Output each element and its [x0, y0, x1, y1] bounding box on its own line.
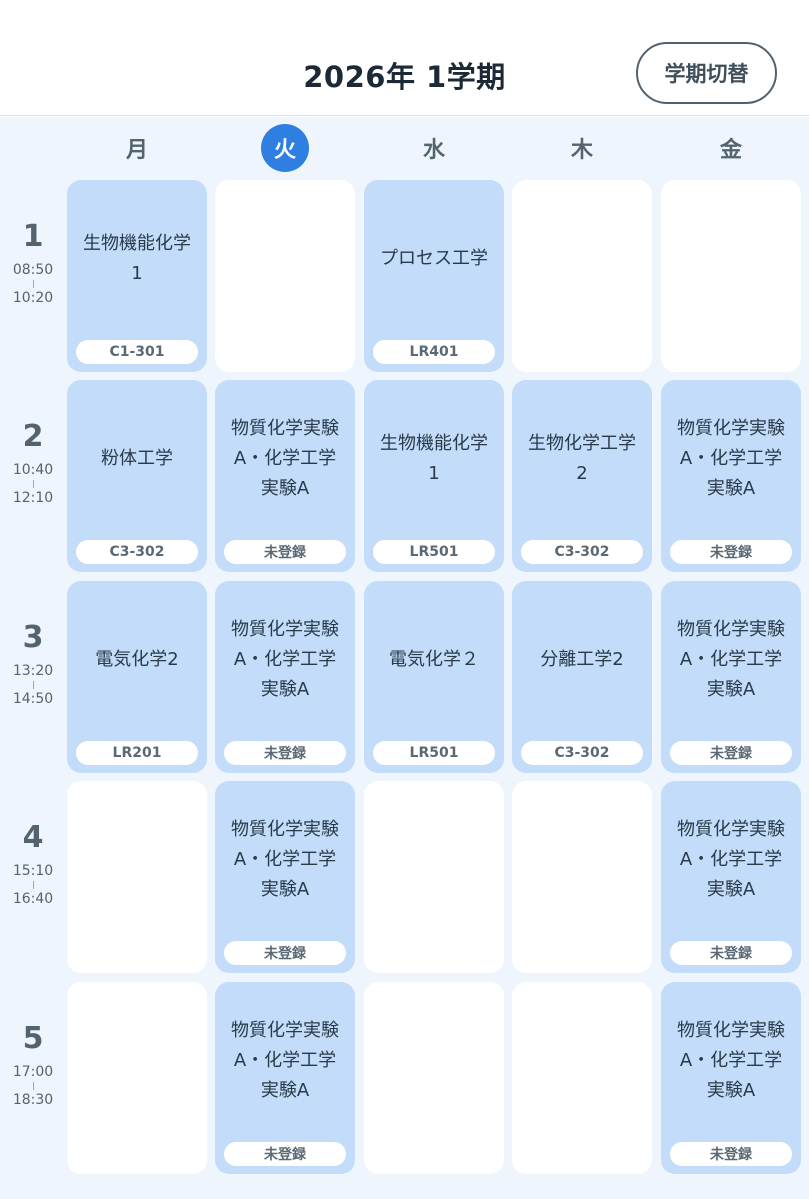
- course-cell[interactable]: 電気化学２ LR501: [364, 581, 504, 773]
- period-number: 3: [22, 620, 44, 655]
- course-name: 生物化学工学 2: [528, 433, 636, 484]
- course-cell[interactable]: 電気化学2 LR201: [67, 581, 207, 773]
- period-end-time: 16:40: [12, 891, 54, 907]
- period-label-3: 3 13:20 14:50: [0, 620, 66, 708]
- app-header: 2026年 1学期 学期切替: [0, 0, 809, 116]
- room-badge: C1-301: [76, 340, 198, 364]
- course-cell[interactable]: 生物機能化学 1 C1-301: [67, 180, 207, 372]
- course-name: 物質化学実験 A・化学工学 実験A: [677, 819, 785, 900]
- room-badge: LR501: [373, 540, 495, 564]
- room-badge: 未登録: [670, 741, 792, 765]
- room-badge: 未登録: [224, 1142, 346, 1166]
- course-name: 生物機能化学 1: [380, 433, 488, 484]
- empty-cell[interactable]: [364, 781, 504, 973]
- empty-cell[interactable]: [67, 781, 207, 973]
- room-badge: C3-302: [76, 540, 198, 564]
- weekday-header-1: 火: [215, 124, 355, 172]
- room-badge: LR201: [76, 741, 198, 765]
- room-badge: 未登録: [670, 941, 792, 965]
- course-cell[interactable]: プロセス工学 LR401: [364, 180, 504, 372]
- room-badge: 未登録: [224, 741, 346, 765]
- course-name: 生物機能化学 1: [83, 233, 191, 284]
- course-name: 物質化学実験 A・化学工学 実験A: [231, 619, 339, 700]
- empty-cell[interactable]: [67, 982, 207, 1174]
- period-number: 5: [22, 1021, 44, 1056]
- course-name: 電気化学2: [95, 649, 179, 670]
- weekday-label: 金: [719, 138, 742, 163]
- weekday-label: 水: [422, 138, 445, 163]
- period-start-time: 08:50: [12, 262, 54, 278]
- weekday-label: 木: [570, 138, 593, 163]
- empty-cell[interactable]: [512, 180, 652, 372]
- course-cell[interactable]: 生物機能化学 1 LR501: [364, 380, 504, 572]
- room-badge: C3-302: [521, 741, 643, 765]
- period-time-separator: [32, 480, 34, 488]
- period-time-separator: [32, 280, 34, 288]
- period-label-2: 2 10:40 12:10: [0, 419, 66, 507]
- room-badge: 未登録: [670, 540, 792, 564]
- course-name: 電気化学２: [389, 649, 479, 670]
- period-end-time: 18:30: [12, 1092, 54, 1108]
- weekday-header-4: 金: [661, 124, 801, 172]
- empty-cell[interactable]: [215, 180, 355, 372]
- period-time-separator: [32, 1082, 34, 1090]
- course-cell[interactable]: 物質化学実験 A・化学工学 実験A 未登録: [661, 982, 801, 1174]
- room-badge: 未登録: [224, 941, 346, 965]
- today-indicator: 火: [261, 124, 309, 172]
- course-name: 物質化学実験 A・化学工学 実験A: [677, 619, 785, 700]
- empty-cell[interactable]: [512, 781, 652, 973]
- weekday-label: 月: [125, 138, 148, 163]
- room-badge: 未登録: [670, 1142, 792, 1166]
- weekday-header-2: 水: [364, 124, 504, 172]
- period-start-time: 17:00: [12, 1064, 54, 1080]
- course-cell[interactable]: 分離工学2 C3-302: [512, 581, 652, 773]
- period-number: 4: [22, 820, 44, 855]
- period-start-time: 10:40: [12, 462, 54, 478]
- empty-cell[interactable]: [364, 982, 504, 1174]
- course-name: 物質化学実験 A・化学工学 実験A: [231, 1020, 339, 1101]
- room-badge: LR401: [373, 340, 495, 364]
- period-number: 2: [22, 419, 44, 454]
- course-cell[interactable]: 物質化学実験 A・化学工学 実験A 未登録: [661, 380, 801, 572]
- room-badge: C3-302: [521, 540, 643, 564]
- course-cell[interactable]: 生物化学工学 2 C3-302: [512, 380, 652, 572]
- empty-cell[interactable]: [512, 982, 652, 1174]
- period-time-separator: [32, 681, 34, 689]
- period-label-4: 4 15:10 16:40: [0, 820, 66, 908]
- empty-cell[interactable]: [661, 180, 801, 372]
- course-cell[interactable]: 物質化学実験 A・化学工学 実験A 未登録: [661, 781, 801, 973]
- weekday-header-0: 月: [67, 124, 207, 172]
- course-cell[interactable]: 物質化学実験 A・化学工学 実験A 未登録: [215, 982, 355, 1174]
- period-end-time: 14:50: [12, 691, 54, 707]
- period-end-time: 12:10: [12, 490, 54, 506]
- period-start-time: 15:10: [12, 863, 54, 879]
- course-cell[interactable]: 物質化学実験 A・化学工学 実験A 未登録: [215, 581, 355, 773]
- period-label-1: 1 08:50 10:20: [0, 219, 66, 307]
- course-cell[interactable]: 物質化学実験 A・化学工学 実験A 未登録: [215, 380, 355, 572]
- course-name: プロセス工学: [380, 248, 488, 269]
- course-name: 粉体工学: [101, 448, 173, 469]
- period-number: 1: [22, 219, 44, 254]
- course-name: 物質化学実験 A・化学工学 実験A: [231, 418, 339, 499]
- weekday-header-3: 木: [512, 124, 652, 172]
- course-name: 物質化学実験 A・化学工学 実験A: [677, 1020, 785, 1101]
- period-start-time: 13:20: [12, 663, 54, 679]
- period-label-5: 5 17:00 18:30: [0, 1021, 66, 1109]
- course-name: 分離工学2: [540, 649, 624, 670]
- period-time-separator: [32, 881, 34, 889]
- course-name: 物質化学実験 A・化学工学 実験A: [231, 819, 339, 900]
- course-cell[interactable]: 粉体工学 C3-302: [67, 380, 207, 572]
- course-cell[interactable]: 物質化学実験 A・化学工学 実験A 未登録: [661, 581, 801, 773]
- room-badge: 未登録: [224, 540, 346, 564]
- room-badge: LR501: [373, 741, 495, 765]
- term-switch-button[interactable]: 学期切替: [636, 42, 777, 104]
- course-cell[interactable]: 物質化学実験 A・化学工学 実験A 未登録: [215, 781, 355, 973]
- course-name: 物質化学実験 A・化学工学 実験A: [677, 418, 785, 499]
- period-end-time: 10:20: [12, 290, 54, 306]
